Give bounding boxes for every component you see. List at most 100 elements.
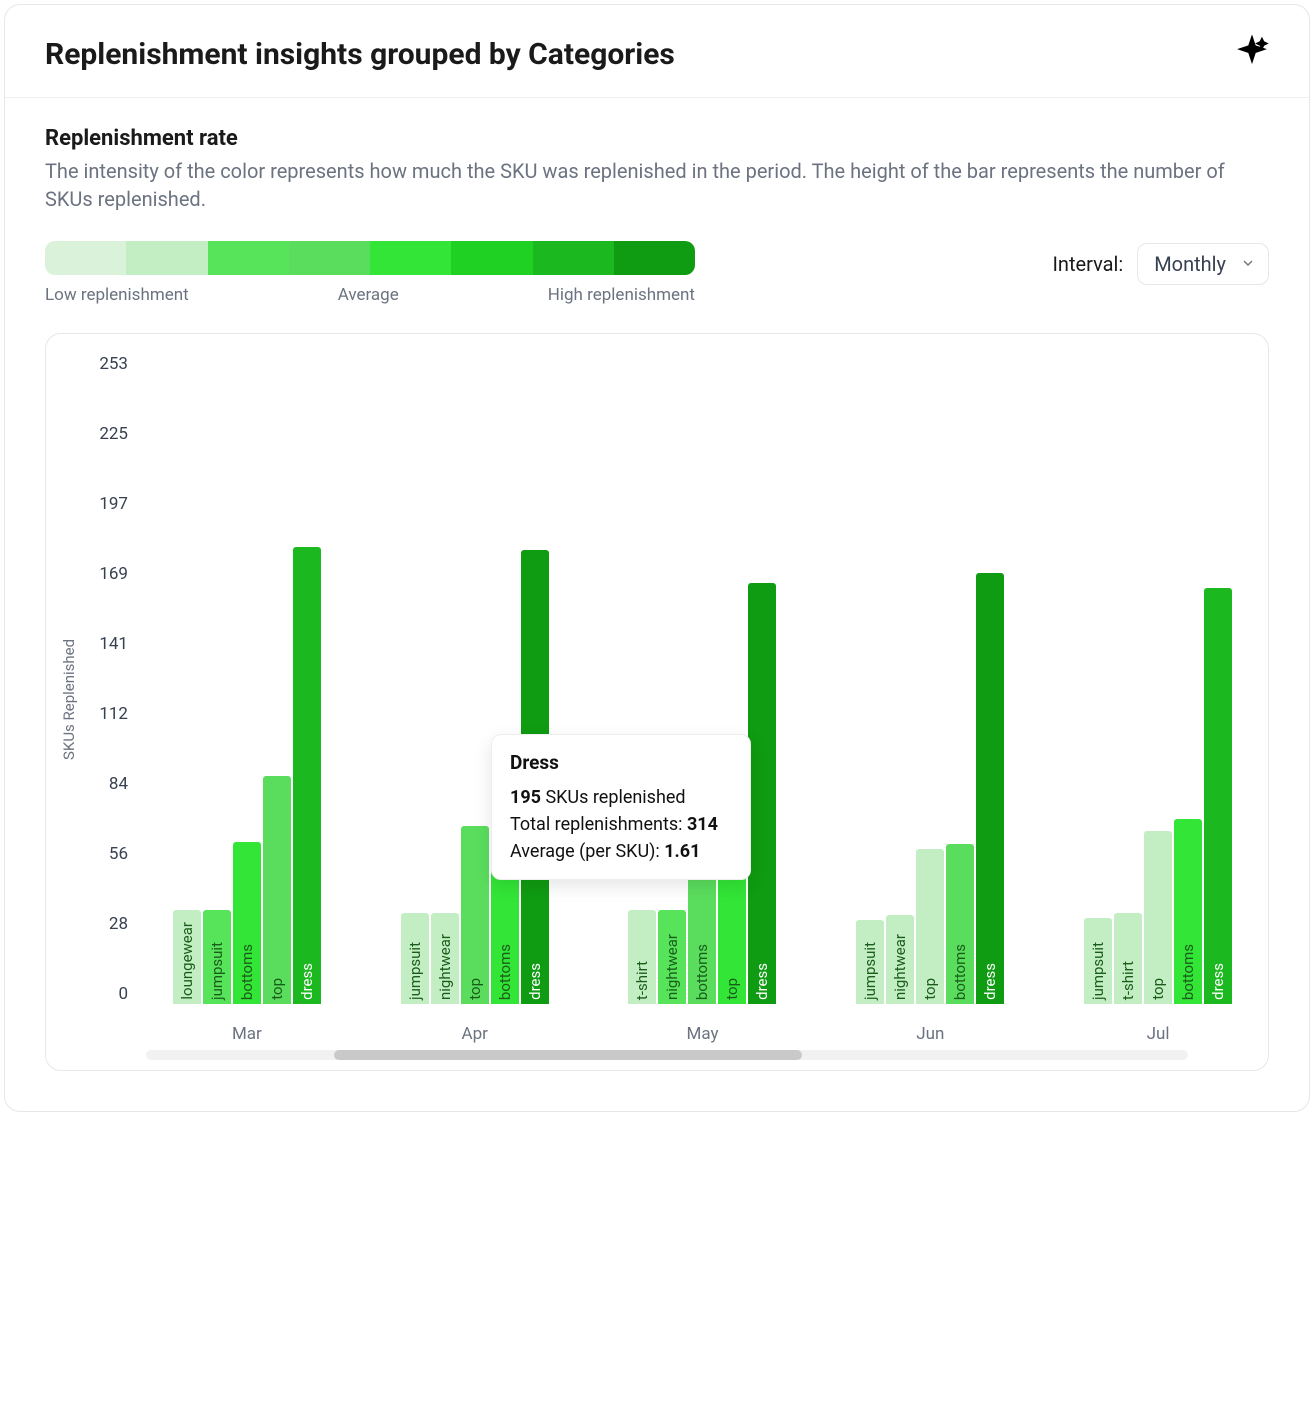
chevron-down-icon	[1240, 252, 1256, 276]
controls-row: Low replenishment Average High replenish…	[45, 241, 1269, 305]
y-tick: 84	[86, 774, 128, 794]
horizontal-scrollbar[interactable]	[146, 1050, 1188, 1060]
legend-swatch	[289, 241, 370, 275]
bar-cluster: jumpsuit t-shirt top bottoms dress	[1058, 362, 1258, 1004]
bar[interactable]: dress	[1204, 588, 1232, 1004]
bar-wrap: t-shirt	[1114, 362, 1142, 1004]
bar[interactable]: top	[916, 849, 944, 1004]
y-tick: 197	[86, 494, 128, 514]
legend-swatch	[614, 241, 695, 275]
chart-frame: SKUs Replenished 25322519716914111284562…	[45, 333, 1269, 1071]
plot-area[interactable]: loungewearjumpsuitbottomstopdressjumpsui…	[140, 354, 1258, 1044]
bar-wrap: top	[916, 362, 944, 1004]
bar[interactable]: top	[263, 776, 291, 1004]
bar-label: t-shirt	[1119, 957, 1137, 1004]
bar[interactable]: jumpsuit	[1084, 918, 1112, 1004]
bar-label: dress	[298, 959, 316, 1004]
legend-low-label: Low replenishment	[45, 285, 189, 305]
bar[interactable]: bottoms	[946, 844, 974, 1004]
interval-value: Monthly	[1154, 252, 1226, 276]
legend-swatch	[208, 241, 289, 275]
tooltip-avg-value: 1.61	[664, 841, 700, 862]
bar[interactable]: dress	[293, 547, 321, 1004]
y-tick: 112	[86, 704, 128, 724]
bar-wrap: t-shirt	[628, 362, 656, 1004]
sparkle-icon[interactable]	[1235, 35, 1269, 73]
tooltip-avg-label: Average (per SKU):	[510, 841, 664, 862]
bar-wrap: bottoms	[491, 362, 519, 1004]
bar-label: bottoms	[496, 940, 514, 1004]
bar-label: nightwear	[663, 930, 681, 1004]
bar[interactable]: jumpsuit	[203, 910, 231, 1004]
chart-tooltip: Dress 195 SKUs replenished Total repleni…	[491, 734, 751, 880]
bar-label: top	[268, 974, 286, 1004]
scrollbar-thumb[interactable]	[334, 1050, 803, 1060]
bar-wrap: bottoms	[233, 362, 261, 1004]
bar-label: top	[921, 974, 939, 1004]
bar[interactable]: t-shirt	[628, 910, 656, 1004]
bar-wrap: dress	[1204, 362, 1232, 1004]
bar-wrap: loungewear	[173, 362, 201, 1004]
bar[interactable]: nightwear	[658, 910, 686, 1004]
bar-cluster: jumpsuitnightweartopbottomsdress	[375, 362, 575, 1004]
section-description: The intensity of the color represents ho…	[45, 157, 1269, 213]
bar-label: top	[723, 974, 741, 1004]
tooltip-total-label: Total replenishments:	[510, 814, 687, 835]
bar-cluster: loungewear jumpsuit bottoms top dress	[147, 362, 347, 1004]
month-group: jumpsuit t-shirt top bottoms dress	[1058, 362, 1258, 1004]
bar[interactable]: nightwear	[431, 913, 459, 1004]
bar[interactable]: bottoms	[1174, 819, 1202, 1004]
bar[interactable]: top	[1144, 831, 1172, 1004]
bar-label: jumpsuit	[861, 938, 879, 1004]
y-axis-label: SKUs Replenished	[56, 354, 82, 1044]
bar-label: jumpsuit	[208, 938, 226, 1004]
bar-label: bottoms	[238, 940, 256, 1004]
bar-wrap: top	[461, 362, 489, 1004]
card-header: Replenishment insights grouped by Catego…	[5, 5, 1309, 98]
bar-label: jumpsuit	[1089, 938, 1107, 1004]
bar[interactable]: jumpsuit	[856, 920, 884, 1004]
bar-wrap: bottoms	[688, 362, 716, 1004]
bar[interactable]: dress	[748, 583, 776, 1004]
card-body: Replenishment rate The intensity of the …	[5, 98, 1309, 1111]
bar-label: dress	[981, 959, 999, 1004]
bar[interactable]: jumpsuit	[401, 913, 429, 1004]
x-tick: Apr	[375, 1024, 575, 1044]
section-title: Replenishment rate	[45, 126, 1269, 151]
bar-label: bottoms	[1179, 940, 1197, 1004]
x-tick: May	[603, 1024, 803, 1044]
bar[interactable]: dress	[976, 573, 1004, 1004]
bar-label: top	[466, 974, 484, 1004]
bar[interactable]: loungewear	[173, 910, 201, 1004]
bar-wrap: jumpsuit	[856, 362, 884, 1004]
y-tick: 28	[86, 914, 128, 934]
interval-control: Interval: Monthly	[1052, 241, 1269, 285]
tooltip-sku-suffix: SKUs replenished	[541, 787, 686, 808]
month-group: loungewear jumpsuit bottoms top dress	[147, 362, 347, 1004]
interval-select[interactable]: Monthly	[1137, 243, 1269, 285]
bar[interactable]: t-shirt	[1114, 913, 1142, 1004]
tooltip-total-value: 314	[687, 814, 718, 835]
bar-label: dress	[1209, 959, 1227, 1004]
bar[interactable]: top	[461, 826, 489, 1004]
bar-label: dress	[753, 959, 771, 1004]
legend-labels: Low replenishment Average High replenish…	[45, 285, 695, 305]
bar[interactable]: nightwear	[886, 915, 914, 1004]
bar[interactable]: bottoms	[233, 842, 261, 1004]
legend-swatch	[370, 241, 451, 275]
bar-wrap: top	[1144, 362, 1172, 1004]
legend-scale	[45, 241, 695, 275]
tooltip-avg-line: Average (per SKU): 1.61	[510, 838, 732, 865]
bar-wrap: top	[263, 362, 291, 1004]
bar-wrap: jumpsuit	[1084, 362, 1112, 1004]
insights-card: Replenishment insights grouped by Catego…	[4, 4, 1310, 1112]
bar-wrap: jumpsuit	[401, 362, 429, 1004]
tooltip-sku-count: 195	[510, 787, 541, 808]
bar-label: nightwear	[891, 930, 909, 1004]
card-title: Replenishment insights grouped by Catego…	[45, 37, 675, 72]
bar-label: top	[1149, 974, 1167, 1004]
bar-wrap: nightwear	[431, 362, 459, 1004]
x-tick: Jul	[1058, 1024, 1258, 1044]
tooltip-total-line: Total replenishments: 314	[510, 811, 732, 838]
bar-wrap: bottoms	[1174, 362, 1202, 1004]
